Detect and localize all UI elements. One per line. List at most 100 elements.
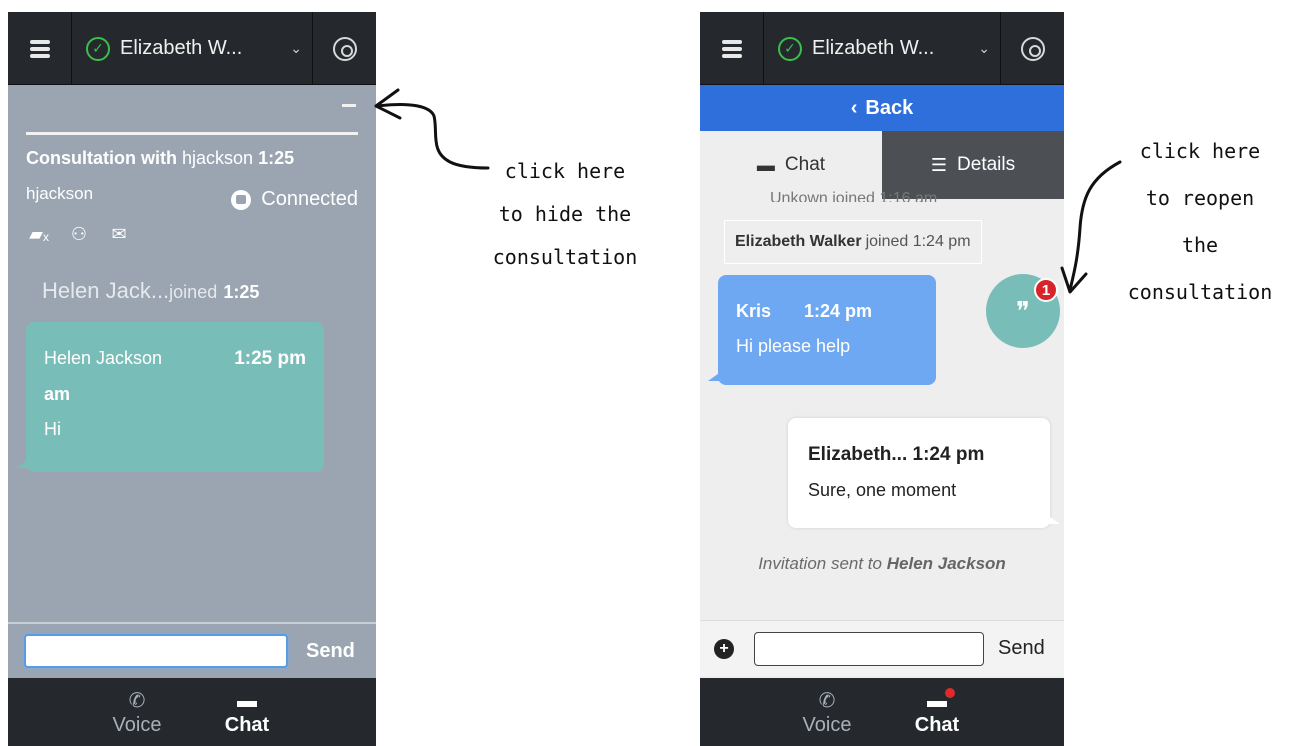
- message-time: 1:25 pm: [234, 348, 306, 369]
- consultation-message-bubble: Helen Jackson 1:25 pm am Hi: [16, 322, 324, 472]
- back-label: Back: [865, 96, 914, 119]
- chat-bubble-icon: ▬: [756, 154, 775, 175]
- joined-message: Elizabeth Walker joined 1:24 pm: [724, 220, 982, 264]
- tab-details-label: Details: [957, 154, 1016, 175]
- plus-icon[interactable]: +: [714, 638, 734, 659]
- consultation-time: 1:25: [258, 148, 295, 168]
- hamburger-icon: [721, 39, 742, 58]
- reopen-annotation-line: the: [1181, 233, 1219, 257]
- message-time-suffix: am: [44, 384, 71, 404]
- hide-annotation-line: to hide the: [498, 202, 632, 226]
- agent-status-dropdown[interactable]: ✓ Elizabeth W... ⌄: [764, 12, 1000, 85]
- check-circle-icon: ✓: [86, 36, 110, 61]
- list-icon: ☰: [930, 154, 948, 175]
- message-text: Hi: [44, 419, 61, 439]
- chevron-left-icon: ‹: [850, 96, 858, 119]
- reopen-consultation-button[interactable]: ❞ 1: [986, 274, 1060, 348]
- phone-icon: ✆: [128, 689, 146, 712]
- hide-annotation-line: consultation: [492, 245, 638, 269]
- joined-name: Elizabeth Walker: [735, 233, 862, 250]
- phone-icon: ✆: [818, 689, 836, 712]
- reopen-annotation-line: consultation: [1127, 280, 1273, 304]
- connection-status: Connected: [231, 188, 358, 211]
- invitation-message: Invitation sent to Helen Jackson: [700, 554, 1064, 574]
- nav-chat[interactable]: ▬ Chat: [192, 678, 302, 746]
- message-text: Sure, one moment: [808, 480, 957, 500]
- agent-status-dropdown[interactable]: ✓ Elizabeth W... ⌄: [72, 12, 312, 85]
- consultation-actions: ▰ₓ ⚇ ✉: [26, 224, 132, 245]
- bottom-nav: ✆ Voice ▬ Chat: [8, 678, 376, 746]
- chevron-down-icon: ⌄: [290, 40, 302, 56]
- tabs: ▬ Chat ☰ Details: [700, 131, 1064, 199]
- joined-text: joined 1:24 pm: [865, 233, 971, 250]
- unread-dot: [945, 687, 955, 698]
- bottom-nav: ✆ Voice ▬ Chat: [700, 678, 1064, 746]
- transfer-chat-icon[interactable]: ⚇: [66, 224, 92, 245]
- chat-icon: ▬: [237, 689, 257, 712]
- nav-voice[interactable]: ✆ Voice: [82, 678, 192, 746]
- agent-message-bubble: Elizabeth... 1:24 pm Sure, one moment: [788, 418, 1060, 528]
- chat-icon: ▬: [927, 687, 955, 714]
- send-button[interactable]: Send: [306, 640, 355, 663]
- message-time: 1:24 pm: [912, 444, 985, 465]
- invitation-text: Invitation sent to: [758, 554, 882, 573]
- message-time: 1:24 pm: [804, 301, 873, 321]
- message-sender: Helen Jackson: [44, 348, 163, 368]
- reopen-annotation-line: click here: [1139, 139, 1261, 163]
- top-bar: ✓ Elizabeth W... ⌄: [700, 12, 1064, 85]
- end-chat-icon[interactable]: ▰ₓ: [26, 224, 52, 245]
- left-panel: ✓ Elizabeth W... ⌄ Consultation with hja…: [8, 12, 376, 746]
- consultation-user: hjackson: [182, 148, 254, 168]
- chat-status-icon: [231, 189, 252, 210]
- joined-text: joined: [169, 282, 218, 302]
- divider: [26, 132, 358, 135]
- agent-name: Elizabeth W...: [120, 37, 243, 59]
- send-button[interactable]: Send: [998, 637, 1045, 660]
- target-button[interactable]: [312, 12, 376, 85]
- unread-badge: 1: [1034, 278, 1058, 302]
- minimize-consultation-button[interactable]: [342, 104, 356, 107]
- nav-chat-label: Chat: [224, 713, 270, 736]
- tab-chat[interactable]: ▬ Chat: [700, 131, 882, 199]
- hide-annotation-line: click here: [504, 159, 626, 183]
- message-input-bar: Send: [8, 622, 376, 678]
- nav-voice[interactable]: ✆ Voice: [772, 678, 882, 746]
- right-panel: ✓ Elizabeth W... ⌄ ‹ Back ▬ Chat ☰ Detai…: [700, 12, 1064, 746]
- chat-bubbles-icon: ❞: [1016, 295, 1030, 326]
- message-text: Hi please help: [736, 336, 851, 356]
- message-input[interactable]: [754, 631, 984, 666]
- joined-message: Helen Jack...joined 1:25: [42, 278, 259, 304]
- nav-voice-label: Voice: [802, 713, 852, 736]
- joined-time: 1:25: [223, 282, 260, 302]
- hamburger-icon: [29, 39, 50, 58]
- connection-status-label: Connected: [261, 188, 358, 210]
- menu-button[interactable]: [700, 12, 764, 85]
- consultation-title-prefix: Consultation with: [26, 148, 177, 168]
- top-bar: ✓ Elizabeth W... ⌄: [8, 12, 376, 85]
- message-sender: Kris: [736, 301, 772, 321]
- reopen-annotation: click here to reopen the consultation: [1110, 128, 1290, 316]
- tab-details[interactable]: ☰ Details: [882, 131, 1064, 199]
- menu-button[interactable]: [8, 12, 72, 85]
- nav-chat-label: Chat: [914, 713, 960, 736]
- message-input[interactable]: [24, 634, 288, 668]
- consultation-title: Consultation with hjackson 1:25: [26, 148, 294, 169]
- nav-voice-label: Voice: [112, 713, 162, 736]
- tab-chat-label: Chat: [784, 154, 826, 175]
- page: ✓ Elizabeth W... ⌄ Consultation with hja…: [0, 0, 1291, 746]
- hide-annotation: click here to hide the consultation: [470, 150, 660, 279]
- check-circle-icon: ✓: [778, 36, 802, 61]
- partial-system-message: Unkown joined 1:16 am: [770, 190, 938, 202]
- chat-conference-icon[interactable]: ✉: [106, 224, 132, 245]
- message-input-bar: + Send: [700, 620, 1064, 676]
- customer-message-bubble: Kris 1:24 pm Hi please help: [708, 275, 936, 385]
- reopen-annotation-line: to reopen: [1145, 186, 1255, 210]
- target-button[interactable]: [1000, 12, 1064, 85]
- target-icon: [1020, 36, 1045, 61]
- agent-name: Elizabeth W...: [812, 37, 935, 59]
- back-button[interactable]: ‹ Back: [700, 85, 1064, 131]
- nav-chat[interactable]: ▬ Chat: [882, 678, 992, 746]
- chevron-down-icon: ⌄: [978, 40, 990, 56]
- joined-name: Helen Jack...: [42, 278, 170, 303]
- consultation-participant: hjackson: [26, 184, 94, 203]
